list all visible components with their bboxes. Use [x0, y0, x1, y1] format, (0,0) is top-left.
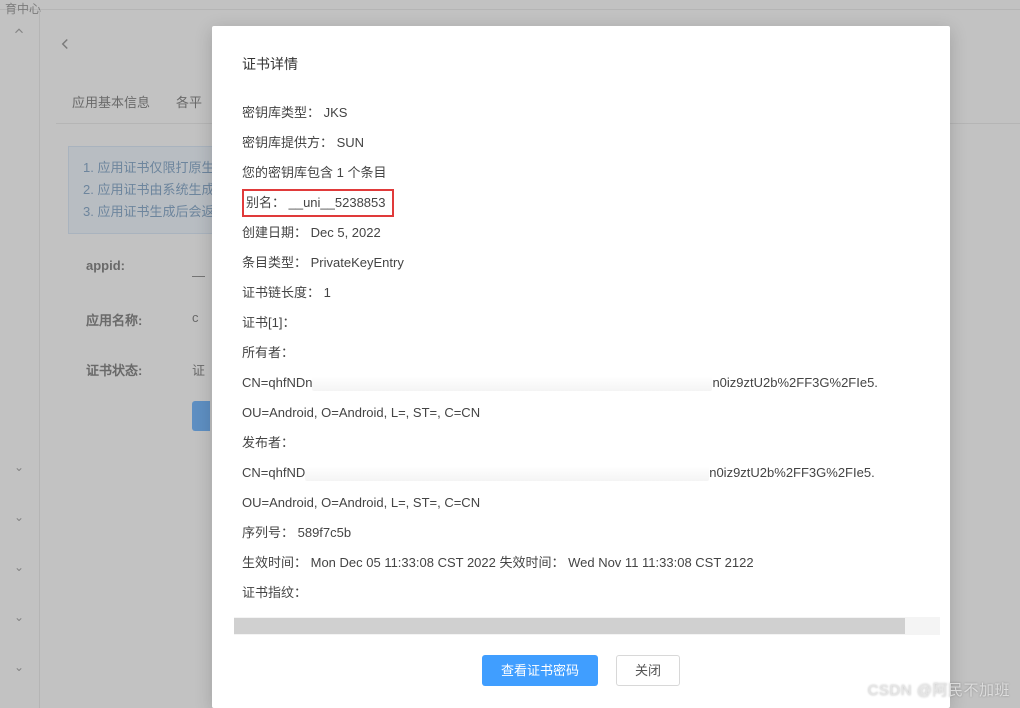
chevron-down-icon[interactable]: ⌄ — [14, 510, 24, 524]
cert-chain-length: 证书链长度： 1 — [242, 278, 932, 308]
value-certstatus: 证 — [192, 360, 205, 379]
cert-serial: 序列号： 589f7c5b — [242, 518, 932, 548]
certificate-detail-modal: 证书详情 密钥库类型： JKS 密钥库提供方： SUN 您的密钥库包含 1 个条… — [212, 26, 950, 708]
chevron-down-icon[interactable]: ⌄ — [14, 560, 24, 574]
cert-created: 创建日期： Dec 5, 2022 — [242, 218, 932, 248]
value-appid: — — [192, 268, 205, 283]
label-appid: appid: — [86, 258, 125, 273]
close-button[interactable]: 关闭 — [616, 655, 680, 686]
chevron-down-icon[interactable]: ⌄ — [14, 460, 24, 474]
scrollbar-thumb[interactable] — [234, 618, 905, 634]
cert-fingerprint-label: 证书指纹： — [242, 578, 932, 608]
chevron-down-icon[interactable]: ⌄ — [14, 610, 24, 624]
value-appname: c — [192, 310, 199, 325]
cert-alias-row: 别名： __uni__5238853 — [242, 188, 932, 218]
horizontal-scrollbar[interactable] — [234, 617, 940, 635]
back-button[interactable] — [56, 33, 74, 59]
label-certstatus: 证书状态: — [86, 360, 142, 379]
redacted-segment — [305, 467, 709, 481]
modal-footer: 查看证书密码 关闭 — [212, 639, 950, 708]
cert-owner-label: 所有者： — [242, 338, 932, 368]
cert-index: 证书[1]： — [242, 308, 932, 338]
cert-entry-type: 条目类型： PrivateKeyEntry — [242, 248, 932, 278]
left-rail: ⌄ ⌄ ⌄ ⌄ ⌄ — [0, 10, 40, 708]
modal-body[interactable]: 密钥库类型： JKS 密钥库提供方： SUN 您的密钥库包含 1 个条目 别名：… — [234, 90, 940, 611]
cert-issuer-label: 发布者： — [242, 428, 932, 458]
cert-owner-ou: OU=Android, O=Android, L=, ST=, C=CN — [242, 398, 932, 428]
cert-owner-cn: CN=qhfNDnn0iz9ztU2b%2FF3G%2FIe5. — [242, 368, 932, 398]
primary-action-fragment[interactable] — [192, 401, 210, 431]
collapse-icon[interactable] — [12, 24, 26, 41]
page-header: 育中心 — [0, 0, 1020, 10]
redacted-segment — [312, 377, 712, 391]
cert-keystore-provider: 密钥库提供方： SUN — [242, 128, 932, 158]
cert-keystore-type: 密钥库类型： JKS — [242, 98, 932, 128]
cert-issuer-ou: OU=Android, O=Android, L=, ST=, C=CN — [242, 488, 932, 518]
cert-validity: 生效时间： Mon Dec 05 11:33:08 CST 2022 失效时间：… — [242, 548, 932, 578]
cert-issuer-cn: CN=qhfNDn0iz9ztU2b%2FF3G%2FIe5. — [242, 458, 932, 488]
label-appname: 应用名称: — [86, 310, 142, 329]
cert-alias-highlight: 别名： __uni__5238853 — [242, 189, 394, 217]
chevron-down-icon[interactable]: ⌄ — [14, 660, 24, 674]
cert-keystore-contains: 您的密钥库包含 1 个条目 — [242, 158, 932, 188]
tab-platform[interactable]: 各平 — [176, 92, 202, 111]
modal-title: 证书详情 — [212, 26, 950, 84]
view-cert-password-button[interactable]: 查看证书密码 — [482, 655, 598, 686]
tab-basic-info[interactable]: 应用基本信息 — [72, 92, 150, 111]
